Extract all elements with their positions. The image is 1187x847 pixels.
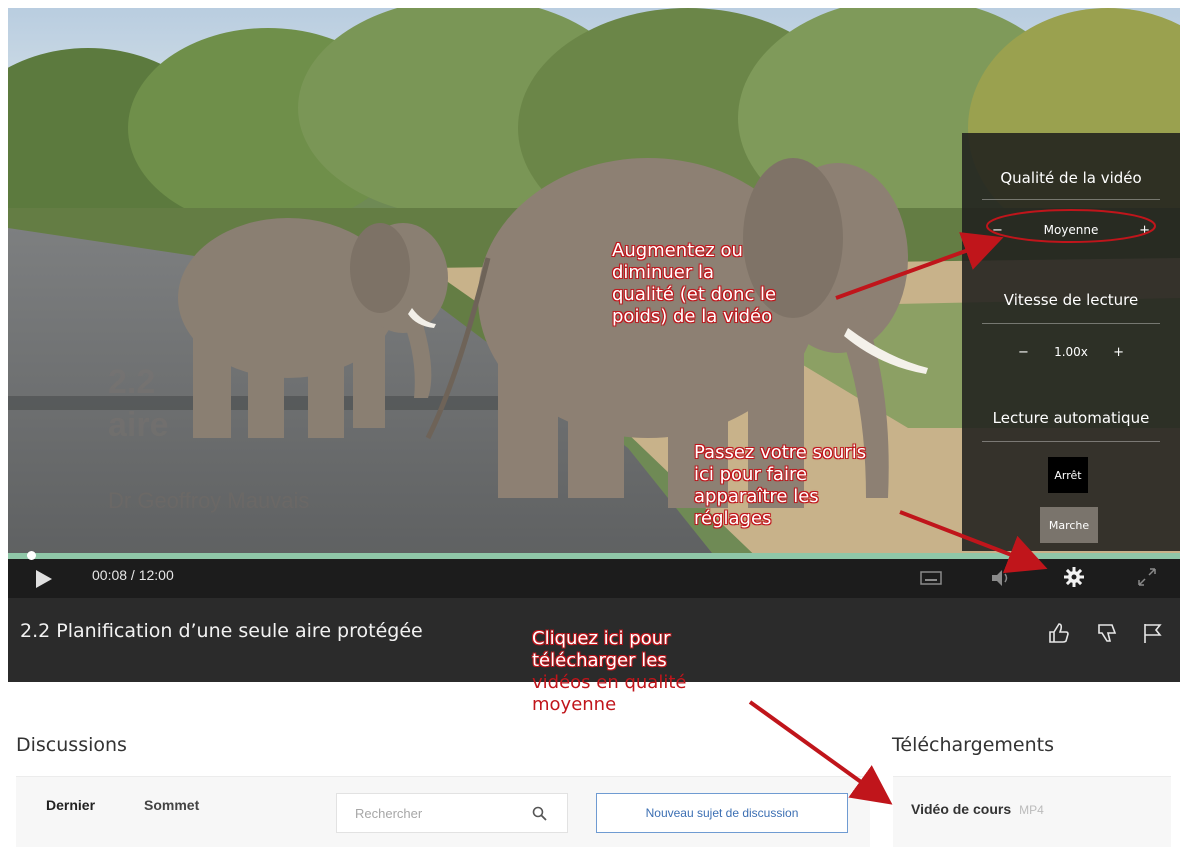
tab-latest[interactable]: Dernier [46,797,95,813]
thumbs-down-icon[interactable] [1096,622,1118,644]
watermark-title: 2.2 [108,363,156,401]
annotation-download: Cliquez ici pour télécharger les vidéos … [532,628,686,716]
gear-icon[interactable] [1064,567,1084,587]
volume-icon[interactable] [990,569,1012,587]
speed-decrease-button[interactable]: − [1018,345,1029,360]
annotation-line: Passez votre souris [694,442,867,463]
watermark-subtitle: aire [108,406,169,444]
watermark-presenter: Dr Geoffroy Mauvais [108,488,310,513]
downloads-panel: Vidéo de cours MP4 [893,776,1171,847]
annotation-settings: Passez votre souris ici pour faire appar… [694,442,866,530]
divider [982,323,1160,324]
annotation-line: moyenne [532,694,617,715]
download-label[interactable]: Vidéo de cours [911,801,1011,817]
speed-value: 1.00x [1054,345,1088,359]
autoplay-off-button[interactable]: Arrêt [1048,457,1088,493]
progress-handle[interactable] [26,551,36,560]
video-player[interactable]: 2.2 aire Dr Geoffroy Mauvais Qualité de … [8,8,1180,598]
annotation-line: réglages [694,508,772,529]
flag-icon[interactable] [1142,622,1164,644]
annotation-quality: Augmentez ou diminuer la qualité (et don… [612,240,776,328]
discussions-panel: Dernier Sommet Nouveau sujet de discussi… [16,776,870,847]
annotation-line: apparaître les [694,486,819,507]
annotation-line: vidéos en qualité [532,672,687,693]
divider [982,199,1160,200]
search-box [336,793,568,833]
thumbs-up-icon[interactable] [1048,622,1070,644]
settings-panel: Qualité de la vidéo − Moyenne + Vitesse … [962,133,1180,551]
autoplay-on-button[interactable]: Marche [1040,507,1098,543]
speed-increase-button[interactable]: + [1113,345,1124,360]
annotation-line: diminuer la [612,262,715,283]
download-link-lecture-video[interactable]: Vidéo de cours MP4 [911,801,1044,817]
annotation-line: qualité (et donc le [612,284,777,305]
annotation-line: télécharger les [532,650,667,671]
video-control-bar: 00:08 / 12:00 [8,551,1180,598]
annotation-line: Cliquez ici pour [532,628,671,649]
downloads-heading: Téléchargements [892,734,1054,756]
download-format: MP4 [1019,803,1044,817]
divider [982,441,1160,442]
annotation-line: poids) de la vidéo [612,306,773,327]
tab-top[interactable]: Sommet [144,797,199,813]
quality-title: Qualité de la vidéo [1000,169,1142,187]
annotation-line: Augmentez ou [612,240,743,261]
quality-decrease-button[interactable]: − [992,223,1003,238]
play-icon[interactable] [36,570,52,588]
quality-value: Moyenne [1043,223,1099,237]
time-display: 00:08 / 12:00 [92,567,174,583]
new-topic-button[interactable]: Nouveau sujet de discussion [596,793,848,833]
quality-stepper: − Moyenne + [992,217,1150,243]
speed-stepper: − 1.00x + [1018,339,1124,365]
annotation-line: ici pour faire [694,464,808,485]
progress-bar[interactable] [8,551,1180,560]
quality-increase-button[interactable]: + [1139,223,1150,238]
discussions-heading: Discussions [16,734,127,756]
lesson-title: 2.2 Planification d’une seule aire proté… [20,620,423,642]
speed-title: Vitesse de lecture [1003,291,1139,309]
search-icon[interactable] [532,806,547,821]
autoplay-title: Lecture automatique [992,409,1150,427]
fullscreen-icon[interactable] [1138,568,1156,586]
captions-icon[interactable] [920,571,942,585]
search-input[interactable] [337,794,537,832]
